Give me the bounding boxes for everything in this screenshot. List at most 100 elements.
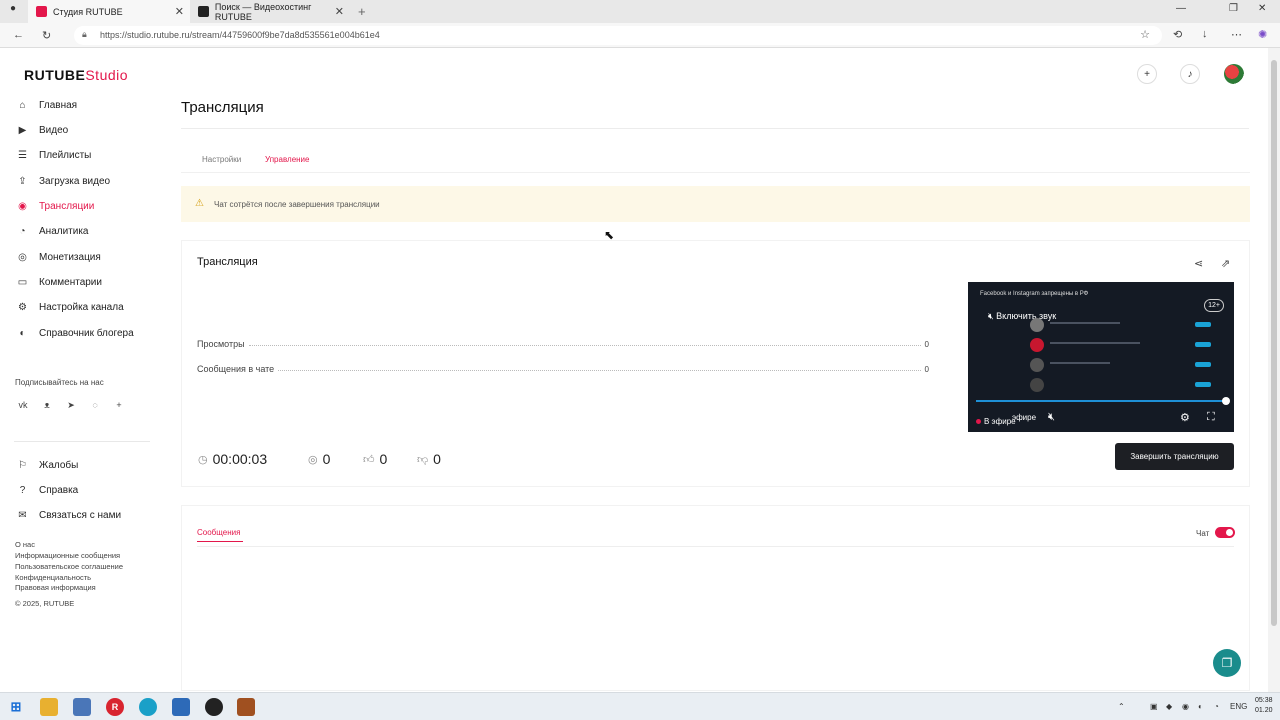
favorite-star-icon[interactable]: ☆ <box>1140 28 1150 41</box>
sidebar-item-label: Загрузка видео <box>39 175 111 187</box>
warning-banner: ⚠ Чат сотрётся после завершения трансляц… <box>181 186 1250 222</box>
support-chat-button[interactable]: ❐ <box>1213 649 1241 677</box>
sidebar-item-video[interactable]: ▶ Видео <box>16 121 69 139</box>
scrollbar-thumb[interactable] <box>1271 60 1277 626</box>
add-content-icon[interactable]: + <box>1137 64 1157 84</box>
language-indicator[interactable]: ENG <box>1230 702 1247 711</box>
file-explorer-icon[interactable] <box>40 698 58 716</box>
footer-link-info-messages[interactable]: Информационные сообщения <box>15 551 120 560</box>
stat-row-views: Просмотры 0 <box>197 337 929 349</box>
maximize-icon[interactable]: ❐ <box>1229 3 1238 14</box>
windows-start-icon[interactable]: ⊞ <box>7 698 25 716</box>
sidebar-item-playlists[interactable]: ☰ Плейлисты <box>16 146 91 164</box>
tray-app-icon[interactable]: ▣ <box>1150 702 1158 711</box>
rutube-favicon-icon <box>36 6 47 17</box>
player-progress-bar[interactable] <box>976 400 1226 402</box>
sidebar-item-help[interactable]: ? Справка <box>16 481 79 499</box>
sidebar-item-complaints[interactable]: ⚐ Жалобы <box>16 456 78 474</box>
browser-tab-studio[interactable]: Студия RUTUBE ✕ <box>28 0 190 23</box>
new-tab-icon[interactable]: + <box>358 4 366 19</box>
subscribe-title: Подписывайтесь на нас <box>15 378 104 387</box>
sidebar-item-broadcasts[interactable]: ◉ Трансляции <box>16 197 94 215</box>
stream-timer: ◷ 00:00:03 <box>198 451 268 467</box>
footer-link-privacy[interactable]: Конфиденциальность <box>15 573 91 582</box>
scrollbar[interactable] <box>1268 48 1280 692</box>
sidebar-item-upload[interactable]: ⇪ Загрузка видео <box>16 172 110 190</box>
page-tabs: Настройки Управление <box>181 146 1250 173</box>
obs-icon[interactable] <box>205 698 223 716</box>
stream-card-title: Трансляция <box>197 256 258 268</box>
tab-settings[interactable]: Настройки <box>202 155 241 164</box>
analytics-icon: ◔ <box>19 225 26 237</box>
app-window-icon[interactable] <box>73 698 91 716</box>
footer-link-user-agreement[interactable]: Пользовательское соглашение <box>15 562 123 571</box>
volume-icon[interactable]: 🔇︎ <box>1048 411 1055 424</box>
help-icon: ? <box>19 484 26 496</box>
video-player[interactable]: Facebook и Instagram запрещены в РФ 12+ … <box>968 282 1234 432</box>
share-icon[interactable]: ⋖ <box>1194 257 1203 270</box>
close-tab-icon[interactable]: ✕ <box>335 5 344 18</box>
browser-tab-bar: ● Студия RUTUBE ✕ Поиск — Видеохостинг R… <box>0 0 1280 23</box>
copilot-icon[interactable]: ✺ <box>1258 28 1267 41</box>
sidebar-item-analytics[interactable]: ◔ Аналитика <box>16 222 89 240</box>
messages-divider <box>197 546 1234 547</box>
player-settings-icon[interactable]: ⚙ <box>1180 411 1190 424</box>
tab-messages[interactable]: Сообщения <box>197 528 240 537</box>
volume-tray-icon[interactable]: ◔ <box>1214 702 1219 711</box>
odnoklassniki-icon[interactable]: ᴥ <box>41 400 53 410</box>
more-social-icon[interactable]: + <box>113 400 125 410</box>
sidebar-item-label: Связаться с нами <box>39 509 122 521</box>
bell-icon[interactable]: ♪ <box>1180 64 1200 84</box>
browser-tab-search[interactable]: Поиск — Видеохостинг RUTUBE ✕ <box>190 0 350 23</box>
vk-icon[interactable]: vk <box>17 400 29 410</box>
sidebar-item-label: Аналитика <box>39 225 89 237</box>
system-clock[interactable]: 05:38 01.20 <box>1255 696 1273 716</box>
history-icon[interactable]: ⟲ <box>1173 28 1182 41</box>
back-icon[interactable]: ← <box>13 29 24 41</box>
profile-icon[interactable]: ● <box>10 3 16 14</box>
tab-management[interactable]: Управление <box>265 155 309 164</box>
fullscreen-icon[interactable]: ⛶ <box>1207 411 1215 424</box>
download-icon[interactable]: ↓ <box>1202 28 1208 40</box>
chat-toggle[interactable] <box>1215 527 1235 538</box>
sidebar-item-monetization[interactable]: ◎ Монетизация <box>16 248 101 266</box>
page-title: Трансляция <box>181 99 264 116</box>
game-app-icon[interactable] <box>237 698 255 716</box>
sidebar-item-contact[interactable]: ✉ Связаться с нами <box>16 506 121 524</box>
viber-icon[interactable]: ◌ <box>89 400 101 410</box>
comments-icon: ▭ <box>17 276 28 288</box>
reload-icon[interactable]: ↻ <box>42 29 51 42</box>
edge-browser-icon[interactable] <box>139 698 157 716</box>
tray-app-icon[interactable]: ◉ <box>1182 702 1189 711</box>
tray-chevron-icon[interactable]: ⌃ <box>1118 702 1125 711</box>
broadcast-icon: ◉ <box>18 200 27 212</box>
footer-link-about[interactable]: О нас <box>15 540 35 549</box>
sidebar-item-home[interactable]: ⌂ Главная <box>16 96 77 114</box>
menu-dots-icon[interactable]: ⋯ <box>1231 28 1242 41</box>
end-stream-button[interactable]: Завершить трансляцию <box>1115 443 1234 470</box>
unmute-button[interactable]: 🔇︎ Включить звук <box>988 311 1056 322</box>
avatar[interactable] <box>1224 64 1244 84</box>
thumbs-up-icon: 👍︎ <box>363 453 375 466</box>
open-external-icon[interactable]: ⇗ <box>1221 257 1230 270</box>
sidebar-item-label: Настройка канала <box>39 301 124 313</box>
tray-app-icon[interactable]: ◆ <box>1166 702 1172 711</box>
dislikes-count: 👎︎ 0 <box>417 451 441 467</box>
chat-bubbles-icon: ❐ <box>1221 656 1233 670</box>
sidebar-item-channel-settings[interactable]: ⚙ Настройка канала <box>16 298 124 316</box>
sidebar-item-comments[interactable]: ▭ Комментарии <box>16 273 102 291</box>
rutube-studio-logo[interactable]: RUTUBEStudio <box>24 67 128 83</box>
security-shield-icon[interactable] <box>172 698 190 716</box>
tray-app-icon[interactable]: ◐ <box>1198 702 1203 711</box>
sidebar-item-blogger-guide[interactable]: ◐ Справочник блогера <box>16 324 133 342</box>
thumbs-down-icon: 👎︎ <box>417 453 429 466</box>
playlist-icon: ☰ <box>18 149 27 161</box>
minimize-icon[interactable]: — <box>1176 3 1186 14</box>
url-field[interactable]: 🔒︎ https://studio.rutube.ru/stream/44759… <box>74 26 1162 45</box>
close-tab-icon[interactable]: ✕ <box>175 5 184 18</box>
rutube-app-icon[interactable]: R <box>106 698 124 716</box>
player-progress-knob[interactable] <box>1222 397 1230 405</box>
telegram-icon[interactable]: ➤ <box>65 400 77 411</box>
close-window-icon[interactable]: ✕ <box>1258 3 1266 14</box>
footer-link-legal[interactable]: Правовая информация <box>15 583 96 592</box>
